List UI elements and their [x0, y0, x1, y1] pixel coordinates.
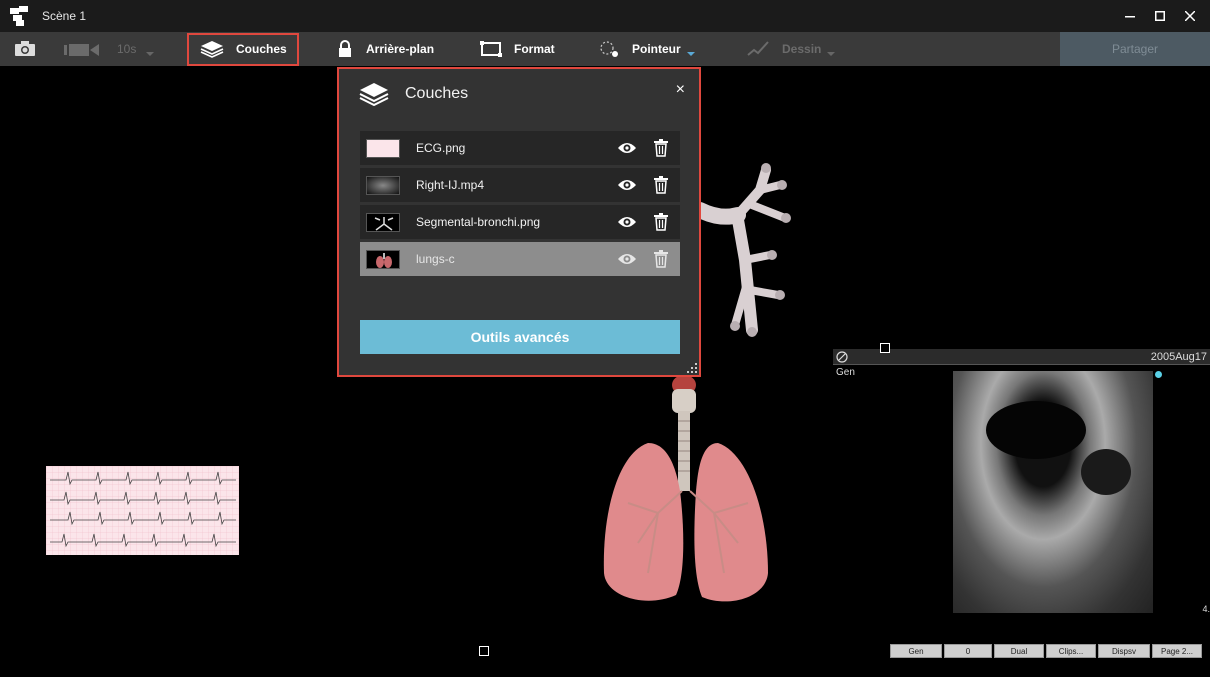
segmental-bronchi-image	[700, 163, 791, 337]
eye-icon[interactable]	[617, 141, 637, 155]
orientation-marker	[1155, 371, 1162, 378]
record-video-button[interactable]	[64, 32, 102, 66]
share-button[interactable]: Partager	[1060, 32, 1210, 66]
pointeur-dropdown[interactable]: Pointeur	[598, 32, 695, 66]
layer-thumbnail	[366, 250, 400, 269]
ultrasound-controls: Gen 0 Dual Clips... Dispsv Page 2...	[890, 644, 1202, 658]
maximize-icon	[1155, 11, 1165, 21]
trash-icon[interactable]	[653, 250, 669, 268]
ultrasound-artery	[1081, 449, 1131, 495]
eye-icon[interactable]	[617, 215, 637, 229]
probe-icon	[836, 351, 848, 363]
ultrasound-video: 2005Aug17 Gen 4.	[833, 349, 1210, 660]
timer-label: 10s	[117, 42, 137, 56]
us-control-gen: Gen	[890, 644, 942, 658]
app-logo-icon	[10, 6, 28, 26]
ultrasound-mode-label: Gen	[836, 367, 855, 378]
layer-row-ecg[interactable]: ECG.png	[360, 131, 680, 165]
us-control-clips: Clips...	[1046, 644, 1096, 658]
window-title: Scène 1	[42, 9, 87, 23]
dessin-label: Dessin	[782, 42, 822, 56]
dessin-dropdown[interactable]: Dessin	[746, 32, 836, 66]
layers-panel: Couches × ECG.png Right-IJ.mp4 Segmental…	[337, 67, 701, 377]
layers-panel-title: Couches	[405, 85, 469, 102]
advanced-tools-button[interactable]: Outils avancés	[360, 320, 680, 354]
lungs-3d-model-image	[603, 375, 768, 602]
snapshot-button[interactable]	[14, 32, 36, 66]
layer-name: lungs-c	[416, 252, 455, 266]
close-window-button[interactable]	[1180, 6, 1200, 26]
layer-list: ECG.png Right-IJ.mp4 Segmental-bronchi.p…	[360, 131, 680, 279]
close-icon	[1185, 11, 1195, 21]
arriere-plan-button[interactable]: Arrière-plan	[338, 32, 434, 66]
toolbar: 10s Couches Arrière-plan Format Pointeur	[0, 32, 1210, 66]
us-control-gain: 0	[944, 644, 992, 658]
format-icon	[480, 41, 502, 57]
eye-icon[interactable]	[617, 252, 637, 266]
layer-row-right-ij[interactable]: Right-IJ.mp4	[360, 168, 680, 202]
layer-name: Segmental-bronchi.png	[416, 215, 541, 229]
format-button[interactable]: Format	[480, 32, 555, 66]
layer-thumbnail	[366, 176, 400, 195]
ecg-image	[46, 466, 239, 555]
close-panel-button[interactable]: ×	[676, 81, 685, 99]
layer-row-lungs[interactable]: lungs-c	[360, 242, 680, 276]
format-label: Format	[514, 42, 555, 56]
selection-handle[interactable]	[880, 343, 890, 353]
eye-icon[interactable]	[617, 178, 637, 192]
resize-grip-icon[interactable]	[687, 363, 697, 373]
depth-value: 4.	[1202, 604, 1210, 614]
video-camera-icon	[64, 44, 99, 56]
chevron-down-icon	[146, 52, 155, 56]
chevron-down-icon	[686, 52, 695, 56]
chevron-down-icon	[827, 52, 836, 56]
ultrasound-vessel	[986, 401, 1086, 459]
couches-highlight-frame	[187, 33, 299, 66]
pointer-icon	[600, 41, 618, 57]
layers-panel-header: Couches	[359, 79, 468, 109]
us-control-dual: Dual	[994, 644, 1044, 658]
camera-icon	[15, 41, 35, 56]
layer-name: ECG.png	[416, 141, 466, 155]
layer-row-bronchi[interactable]: Segmental-bronchi.png	[360, 205, 680, 239]
pen-icon	[747, 41, 769, 56]
selection-handle[interactable]	[479, 646, 489, 656]
us-control-page2: Page 2...	[1152, 644, 1202, 658]
layer-thumbnail	[366, 213, 400, 232]
layer-name: Right-IJ.mp4	[416, 178, 485, 192]
trash-icon[interactable]	[653, 176, 669, 194]
us-control-dispsv: Dispsv	[1098, 644, 1150, 658]
arriere-plan-label: Arrière-plan	[366, 42, 435, 56]
title-bar: Scène 1	[0, 0, 1210, 32]
layers-icon	[359, 83, 389, 106]
maximize-button[interactable]	[1150, 6, 1170, 26]
pointeur-label: Pointeur	[632, 42, 681, 56]
trash-icon[interactable]	[653, 213, 669, 231]
timer-dropdown[interactable]: 10s	[117, 32, 155, 66]
ultrasound-date: 2005Aug17	[1150, 351, 1207, 363]
minimize-button[interactable]	[1120, 6, 1140, 26]
minimize-icon	[1125, 16, 1135, 18]
lock-icon	[339, 40, 351, 57]
layer-thumbnail	[366, 139, 400, 158]
trash-icon[interactable]	[653, 139, 669, 157]
